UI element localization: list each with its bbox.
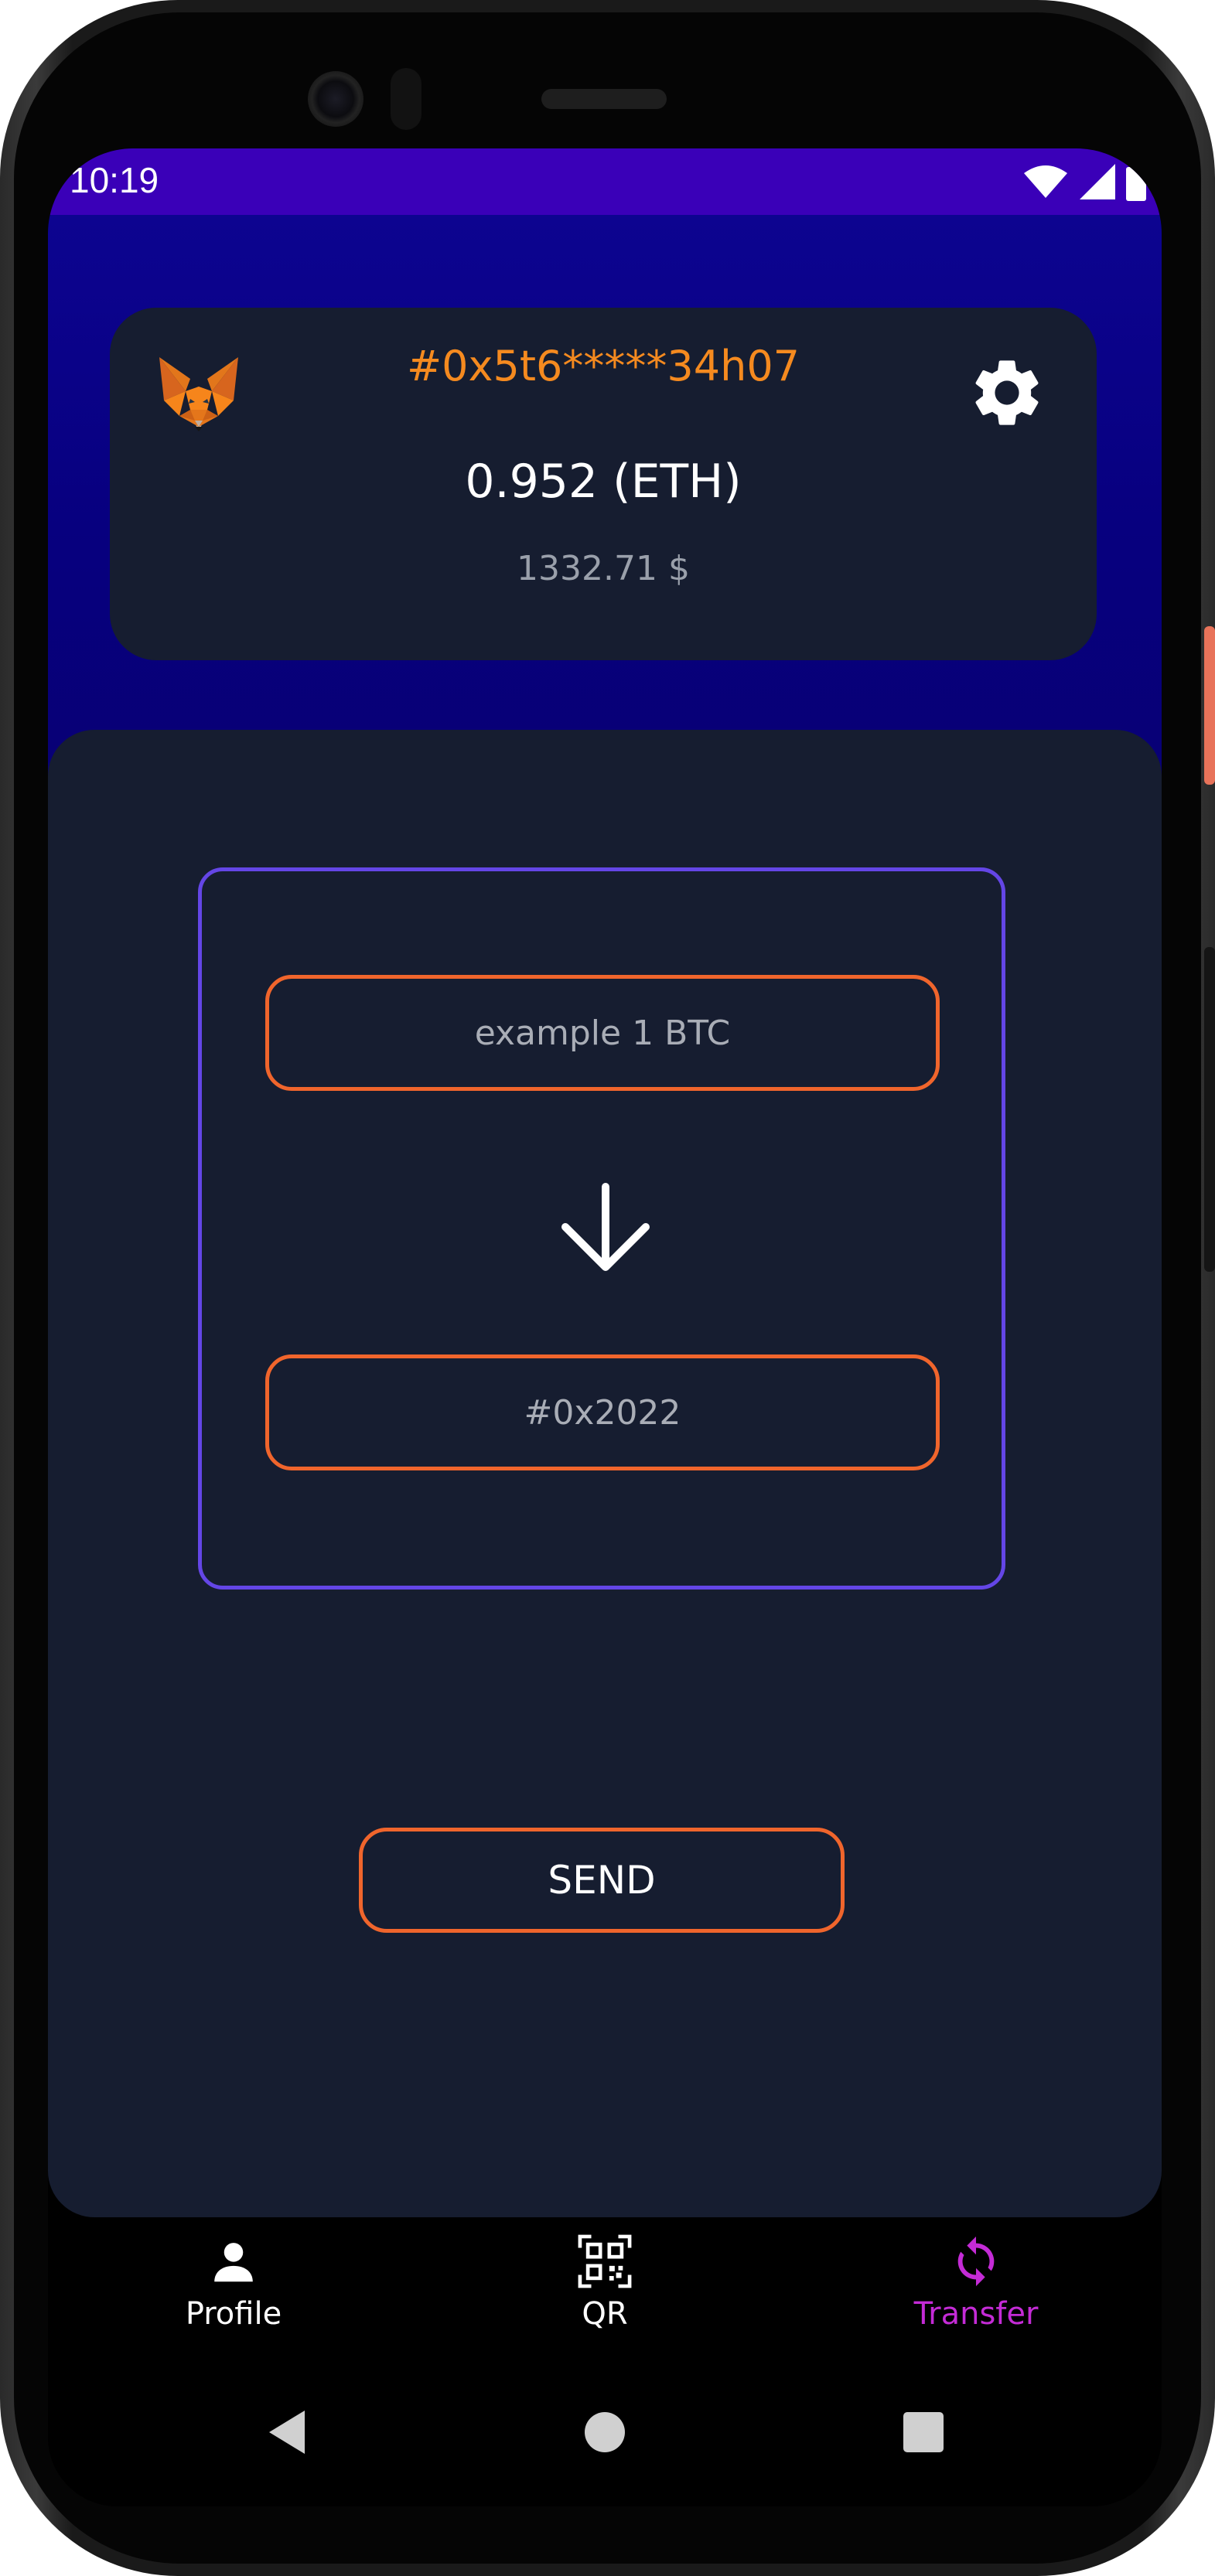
wifi-icon bbox=[1024, 165, 1067, 198]
app-screen: 10:19 #0x5t6*****34h07 0.952 (ETH) 1332.… bbox=[48, 148, 1162, 2506]
wallet-address: #0x5t6*****34h07 bbox=[406, 342, 800, 390]
transfer-panel: SEND bbox=[48, 730, 1162, 2217]
nav-label-qr: QR bbox=[582, 2296, 628, 2332]
sync-icon bbox=[957, 2236, 995, 2287]
nav-label-profile: Profile bbox=[185, 2296, 282, 2332]
back-icon[interactable] bbox=[258, 2401, 320, 2463]
transfer-form bbox=[198, 867, 1005, 1590]
status-bar: 10:19 bbox=[48, 148, 1162, 215]
gear-icon[interactable] bbox=[967, 353, 1047, 433]
recents-icon[interactable] bbox=[892, 2401, 954, 2463]
person-icon bbox=[214, 2243, 253, 2282]
status-time: 10:19 bbox=[70, 160, 159, 200]
recipient-address-input[interactable] bbox=[265, 1354, 940, 1470]
send-button[interactable]: SEND bbox=[359, 1828, 845, 1933]
home-icon[interactable] bbox=[574, 2401, 636, 2463]
earpiece-speaker bbox=[541, 89, 667, 109]
battery-icon bbox=[1126, 162, 1146, 201]
nav-item-qr[interactable]: QR bbox=[489, 2234, 721, 2373]
nav-item-transfer[interactable]: Transfer bbox=[860, 2234, 1092, 2373]
eth-balance: 0.952 (ETH) bbox=[465, 455, 742, 509]
front-camera bbox=[308, 71, 363, 127]
signal-icon bbox=[1080, 164, 1115, 199]
nav-item-profile[interactable]: Profile bbox=[118, 2234, 350, 2373]
wallet-card: #0x5t6*****34h07 0.952 (ETH) 1332.71 $ bbox=[110, 308, 1097, 660]
amount-input[interactable] bbox=[265, 975, 940, 1091]
fiat-balance: 1332.71 $ bbox=[517, 549, 690, 588]
bottom-navigation: Profile QR Transfer bbox=[48, 2217, 1162, 2380]
power-button bbox=[1204, 626, 1215, 785]
phone-frame: 10:19 #0x5t6*****34h07 0.952 (ETH) 1332.… bbox=[0, 0, 1215, 2576]
proximity-sensor bbox=[391, 68, 421, 130]
qr-code-icon bbox=[578, 2234, 632, 2288]
nav-label-transfer: Transfer bbox=[913, 2296, 1039, 2332]
system-navigation-bar bbox=[48, 2380, 1162, 2506]
arrow-down-icon bbox=[561, 1183, 650, 1271]
status-icons bbox=[1022, 161, 1146, 203]
volume-button bbox=[1204, 947, 1215, 1272]
